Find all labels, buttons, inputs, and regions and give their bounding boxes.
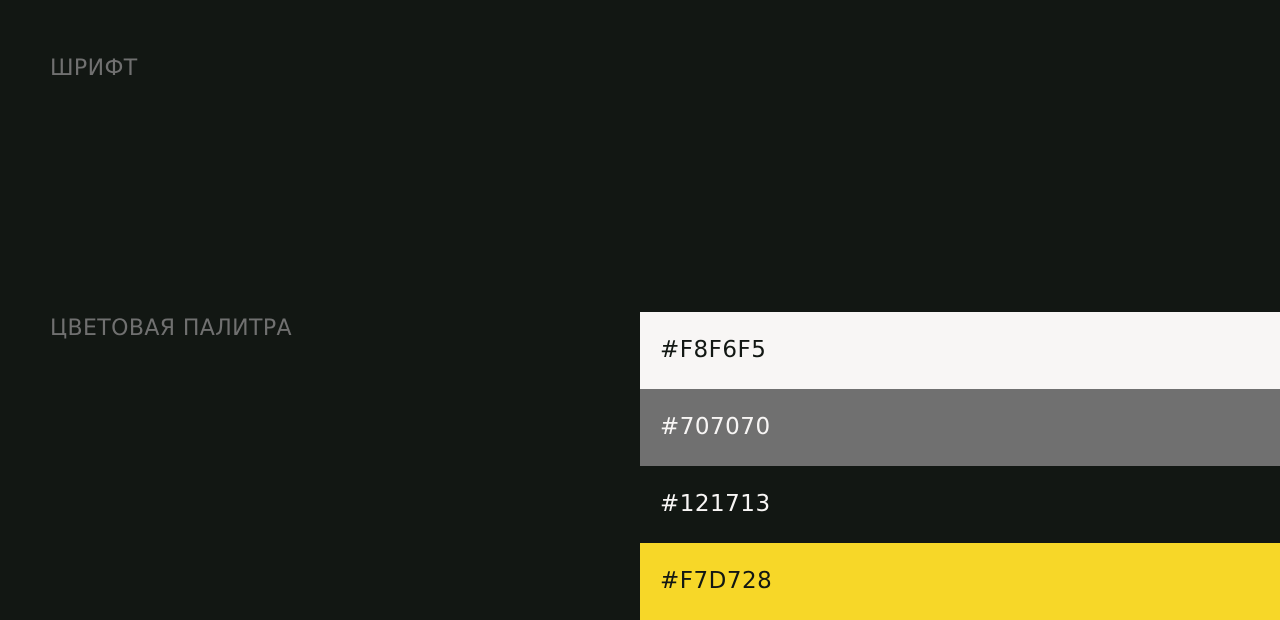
page: ШРИФТ ЦВЕТОВАЯ ПАЛИТРА #F8F6F5 #707070 #… <box>0 0 1280 620</box>
color-palette-section-label: ЦВЕТОВАЯ ПАЛИТРА <box>50 316 292 341</box>
color-swatch-2: #707070 <box>640 389 1280 466</box>
color-swatch-code: #F8F6F5 <box>660 337 767 363</box>
color-swatch-3: #121713 <box>640 466 1280 543</box>
color-swatch-code: #121713 <box>660 491 771 517</box>
color-swatch-code: #F7D728 <box>660 568 773 594</box>
color-swatch-1: #F8F6F5 <box>640 312 1280 389</box>
color-swatch-code: #707070 <box>660 414 771 440</box>
color-palette: #F8F6F5 #707070 #121713 #F7D728 <box>640 312 1280 620</box>
font-section-label: ШРИФТ <box>50 56 138 81</box>
color-swatch-4: #F7D728 <box>640 543 1280 620</box>
